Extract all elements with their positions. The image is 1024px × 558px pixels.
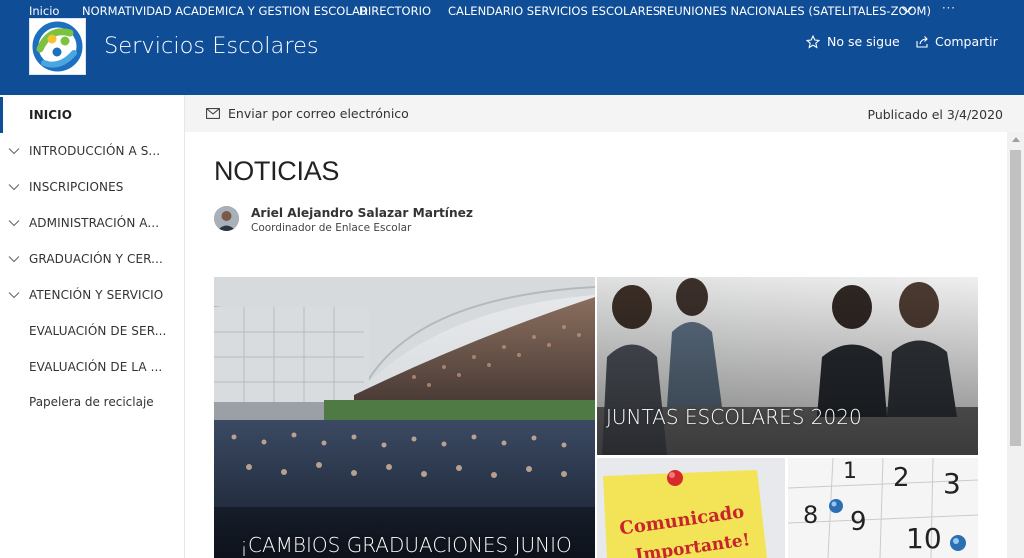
vertical-scrollbar[interactable] — [1007, 132, 1024, 558]
left-nav-label: INICIO — [29, 108, 73, 122]
chevron-down-icon[interactable] — [901, 3, 913, 18]
chevron-down-icon[interactable] — [8, 217, 20, 229]
chevron-down-icon[interactable] — [8, 181, 20, 193]
calendar-image: 1 2 3 8 9 10 — [788, 458, 978, 558]
left-nav-label: EVALUACIÓN DE SER... — [29, 324, 167, 338]
news-tile-juntas[interactable]: JUNTAS ESCOLARES 2020 — [597, 277, 978, 455]
svg-text:2: 2 — [893, 463, 910, 493]
chevron-down-icon[interactable] — [8, 253, 20, 265]
star-icon — [806, 34, 820, 49]
follow-label: No se sigue — [827, 34, 900, 49]
chevron-down-icon[interactable] — [8, 289, 20, 301]
top-nav-item-calendario[interactable]: CALENDARIO SERVICIOS ESCOLARES — [448, 4, 660, 18]
author-name[interactable]: Ariel Alejandro Salazar Martínez — [251, 206, 473, 220]
share-button[interactable]: Compartir — [915, 34, 998, 49]
left-nav-item-papelera[interactable]: Papelera de reciclaje — [0, 384, 184, 420]
svg-text:8: 8 — [803, 501, 818, 529]
news-tile-calendario[interactable]: 1 2 3 8 9 10 — [788, 458, 978, 558]
left-nav-item-inicio[interactable]: INICIO — [0, 97, 184, 133]
graduation-image — [214, 277, 595, 558]
left-nav-label: Papelera de reciclaje — [29, 395, 154, 409]
scroll-up-arrow-icon[interactable] — [1012, 137, 1020, 142]
scroll-thumb[interactable] — [1010, 150, 1021, 446]
left-navigation: INICIO INTRODUCCIÓN A S... INSCRIPCIONES… — [0, 95, 185, 558]
chevron-down-icon[interactable] — [8, 145, 20, 157]
page-title: NOTICIAS — [214, 156, 340, 186]
avatar[interactable] — [214, 206, 239, 231]
left-nav-label: INSCRIPCIONES — [29, 180, 124, 194]
left-nav-item-inscripciones[interactable]: INSCRIPCIONES — [0, 169, 184, 205]
tile-caption: JUNTAS ESCOLARES 2020 — [606, 405, 862, 429]
share-icon — [916, 35, 928, 48]
svg-text:10: 10 — [906, 522, 942, 555]
left-nav-label: ATENCIÓN Y SERVICIO — [29, 288, 164, 302]
news-tile-comunicado[interactable]: Comunicado Importante! — [597, 458, 785, 558]
left-nav-label: EVALUACIÓN DE LA ... — [29, 360, 163, 374]
top-nav-item-reuniones[interactable]: REUNIONES NACIONALES (SATELITALES-ZOOM) — [659, 4, 931, 18]
author-role: Coordinador de Enlace Escolar — [251, 222, 412, 234]
suite-header: Inicio NORMATIVIDAD ACADEMICA Y GESTION … — [0, 0, 1024, 95]
left-nav-item-evaluacion-servicio[interactable]: EVALUACIÓN DE SER... — [0, 313, 184, 349]
left-nav-label: GRADUACIÓN Y CER... — [29, 252, 163, 266]
left-nav-item-evaluacion-la[interactable]: EVALUACIÓN DE LA ... — [0, 349, 184, 385]
left-nav-item-graduacion[interactable]: GRADUACIÓN Y CER... — [0, 241, 184, 277]
news-tile-graduaciones[interactable]: ¡CAMBIOS GRADUACIONES JUNIO — [214, 277, 595, 558]
site-title[interactable]: Servicios Escolares — [104, 33, 319, 59]
more-options-icon[interactable]: ··· — [942, 1, 956, 15]
left-nav-label: ADMINISTRACIÓN A... — [29, 216, 160, 230]
email-button[interactable]: Enviar por correo electrónico — [206, 106, 409, 121]
left-nav-label: INTRODUCCIÓN A S... — [29, 144, 161, 158]
svg-text:9: 9 — [850, 507, 867, 537]
left-nav-item-introduccion[interactable]: INTRODUCCIÓN A S... — [0, 133, 184, 169]
command-bar: Enviar por correo electrónico Publicado … — [185, 95, 1024, 132]
svg-text:3: 3 — [943, 467, 961, 500]
tile-caption: ¡CAMBIOS GRADUACIONES JUNIO — [240, 533, 572, 557]
page-content: NOTICIAS Ariel Alejandro Salazar Martíne… — [185, 132, 1007, 558]
share-label: Compartir — [935, 34, 998, 49]
top-nav-item-normatividad[interactable]: NORMATIVIDAD ACADEMICA Y GESTION ESCOLAR — [82, 4, 368, 18]
email-label: Enviar por correo electrónico — [228, 106, 409, 121]
site-logo[interactable] — [29, 18, 86, 75]
mail-icon — [206, 108, 220, 119]
left-nav-item-atencion[interactable]: ATENCIÓN Y SERVICIO — [0, 277, 184, 313]
left-nav-item-administracion[interactable]: ADMINISTRACIÓN A... — [0, 205, 184, 241]
top-nav-item-inicio[interactable]: Inicio — [29, 4, 59, 18]
follow-button[interactable]: No se sigue — [806, 34, 900, 49]
svg-text:1: 1 — [843, 459, 857, 484]
published-date: Publicado el 3/4/2020 — [867, 107, 1004, 122]
top-nav-item-directorio[interactable]: DIRECTORIO — [359, 4, 431, 18]
